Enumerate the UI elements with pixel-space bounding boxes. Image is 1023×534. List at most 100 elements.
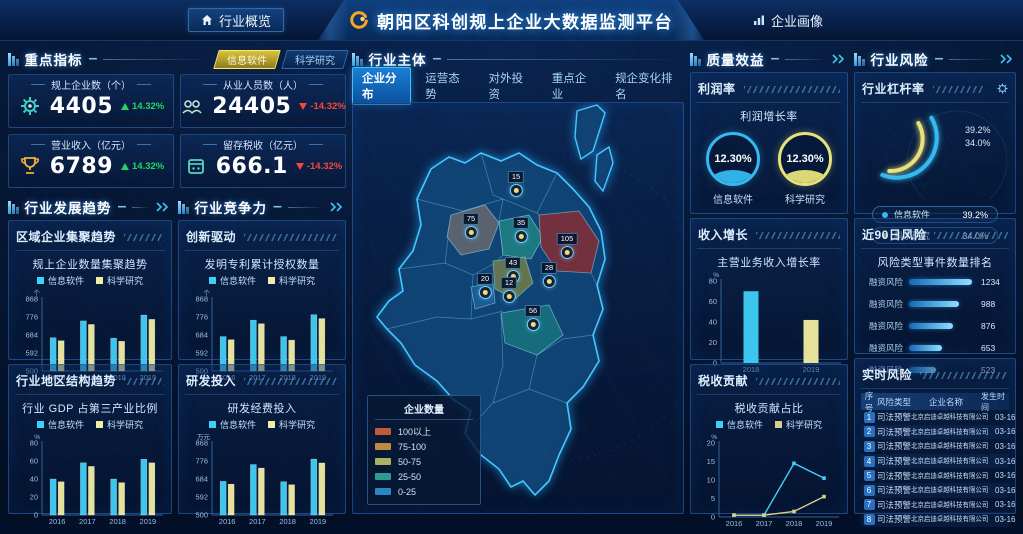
section-competitiveness: 行业竞争力 – <box>178 198 346 216</box>
gear-icon[interactable] <box>997 83 1008 94</box>
indicator-delta: 14.32% <box>121 101 164 112</box>
realtime-risk-row[interactable]: 7司法预警北京启迪卓越科技有限公司03-16 <box>861 498 1009 513</box>
more-chevrons-icon[interactable] <box>156 202 172 212</box>
profit-gauge: 12.30%科学研究 <box>778 132 832 206</box>
bar-chart-icon <box>753 14 765 26</box>
realtime-risk-row[interactable]: 1司法预警北京启迪卓越科技有限公司03-16 <box>861 410 1009 425</box>
panel-leverage: 行业杠杆率 39.2%34.0% 信息软件39.2%科学研究34.0% <box>854 72 1016 214</box>
chart-gdp-ratio: 020406080%2016201720182019 <box>15 433 165 532</box>
pin-icon <box>543 275 556 288</box>
section-marker-icon <box>178 201 189 214</box>
svg-text:60: 60 <box>709 297 717 306</box>
realtime-risk-row[interactable]: 6司法预警北京启迪卓越科技有限公司03-16 <box>861 483 1009 498</box>
more-chevrons-icon[interactable] <box>832 54 848 64</box>
panel-realtime-risk: 实时风险 序号风险类型企业名称发生时间 1司法预警北京启迪卓越科技有限公司03-… <box>854 358 1016 514</box>
svg-text:2017: 2017 <box>756 519 773 528</box>
gauge-value: 12.30% <box>714 153 751 165</box>
map-marker[interactable]: 75 <box>463 213 479 239</box>
panel-profit-rate: 利润率 利润增长率 12.30%信息软件12.30%科学研究 <box>690 72 848 214</box>
indicator-card: 规上企业数（个）440514.32% <box>8 74 174 128</box>
svg-text:2017: 2017 <box>79 517 96 526</box>
tab-规企变化排名[interactable]: 规企变化排名 <box>605 67 684 105</box>
indicator-value: 24405 <box>212 94 291 119</box>
svg-text:60: 60 <box>30 457 38 466</box>
map-marker[interactable]: 56 <box>525 305 541 331</box>
tab-企业分布[interactable]: 企业分布 <box>352 67 411 105</box>
map-marker[interactable]: 105 <box>557 233 578 259</box>
filter-chip[interactable]: 科学研究 <box>281 50 348 69</box>
panel-innovation: 创新驱动 发明专利累计授权数量 信息软件科学研究 500592684776868… <box>178 220 346 360</box>
more-chevrons-icon[interactable] <box>1000 54 1016 64</box>
svg-text:776: 776 <box>195 457 208 466</box>
risk-bar-row: 融资风险988 <box>861 293 1009 315</box>
realtime-risk-row[interactable]: 5司法预警北京启迪卓越科技有限公司03-16 <box>861 468 1009 483</box>
section-industry-main: 行业主体 – <box>352 50 684 68</box>
svg-text:2018: 2018 <box>109 517 126 526</box>
legend-item: 科学研究 <box>96 274 143 287</box>
hatch-decoration <box>124 378 164 385</box>
svg-text:39.2%: 39.2% <box>965 125 991 135</box>
svg-text:592: 592 <box>25 349 38 358</box>
svg-text:684: 684 <box>195 475 208 484</box>
hatch-decoration <box>756 232 840 239</box>
hatch-decoration <box>920 372 1008 379</box>
svg-text:15: 15 <box>707 457 715 466</box>
more-chevrons-icon[interactable] <box>330 202 346 212</box>
map-marker[interactable]: 15 <box>508 171 524 197</box>
nav-enterprise-profile-button[interactable]: 企业画像 <box>740 8 836 32</box>
indicator-delta: -14.32% <box>296 161 342 172</box>
svg-text:776: 776 <box>195 313 208 322</box>
svg-text:20: 20 <box>709 338 717 347</box>
realtime-risk-row[interactable]: 4司法预警北京启迪卓越科技有限公司03-16 <box>861 454 1009 469</box>
legend-item: 信息软件 <box>716 418 763 431</box>
map-marker[interactable]: 20 <box>477 273 493 299</box>
legend-item: 信息软件 <box>37 418 84 431</box>
indicator-card: 营业收入（亿元）678914.32% <box>8 134 174 188</box>
panel-region-structure: 行业地区结构趋势 行业 GDP 占第三产业比例 信息软件科学研究 0204060… <box>8 364 172 514</box>
gear-icon <box>18 94 42 118</box>
pin-icon <box>515 230 528 243</box>
map-marker[interactable]: 12 <box>501 277 517 303</box>
indicator-value: 6789 <box>50 154 113 179</box>
legend-item: 信息软件 <box>209 418 256 431</box>
filter-chip[interactable]: 信息软件 <box>213 50 280 69</box>
hatch-decoration <box>124 234 164 241</box>
section-dev-trend: 行业发展趋势 – <box>8 198 172 216</box>
section-marker-icon <box>854 53 865 66</box>
panel-tax-contribution: 税收贡献 税收贡献占比 信息软件科学研究 05101520%2016201720… <box>690 364 848 514</box>
svg-text:万元: 万元 <box>197 433 211 441</box>
svg-text:34.0%: 34.0% <box>965 138 991 148</box>
panel-recent-risk: 近90日风险 风险类型事件数量排名 融资风险1234融资风险988融资风险876… <box>854 218 1016 354</box>
tab-对外投资[interactable]: 对外投资 <box>479 67 538 105</box>
tab-重点企业[interactable]: 重点企业 <box>542 67 601 105</box>
svg-text:5: 5 <box>711 494 715 503</box>
svg-text:2018: 2018 <box>279 517 296 526</box>
risk-bar-row: 融资风险653 <box>861 337 1009 359</box>
realtime-risk-row[interactable]: 3司法预警北京启迪卓越科技有限公司03-16 <box>861 439 1009 454</box>
legend-item: 信息软件 <box>37 274 84 287</box>
map-marker[interactable]: 35 <box>513 217 529 243</box>
liquid-fill <box>706 170 760 186</box>
svg-text:2019: 2019 <box>310 517 327 526</box>
legend-item: 信息软件 <box>209 274 256 287</box>
pin-icon <box>560 246 573 259</box>
header: 朝阳区科创规上企业大数据监测平台 行业概览 企业画像 <box>0 0 1023 41</box>
industry-main-tabs: 企业分布运营态势对外投资重点企业规企变化排名 <box>352 74 684 98</box>
legend-item: 科学研究 <box>96 418 143 431</box>
section-marker-icon <box>352 53 363 66</box>
realtime-risk-row[interactable]: 8司法预警北京启迪卓越科技有限公司03-16 <box>861 512 1009 527</box>
nav-industry-overview-button[interactable]: 行业概览 <box>188 8 284 32</box>
tab-运营态势[interactable]: 运营态势 <box>415 67 474 105</box>
legend-item: 科学研究 <box>268 418 315 431</box>
pin-icon <box>503 290 516 303</box>
trophy-icon <box>18 154 42 178</box>
header-title-plate: 朝阳区科创规上企业大数据监测平台 <box>318 0 704 40</box>
realtime-risk-row[interactable]: 2司法预警北京启迪卓越科技有限公司03-16 <box>861 425 1009 440</box>
chart-tax-share: 05101520%2016201720182019 <box>697 433 841 534</box>
svg-text:684: 684 <box>195 331 208 340</box>
map-marker[interactable]: 28 <box>541 262 557 288</box>
map-legend-row: 75-100 <box>375 439 473 454</box>
indicator-filter-chips: 信息软件科学研究 <box>216 50 346 69</box>
svg-text:2017: 2017 <box>249 517 266 526</box>
risk-bar-row: 融资风险876 <box>861 315 1009 337</box>
